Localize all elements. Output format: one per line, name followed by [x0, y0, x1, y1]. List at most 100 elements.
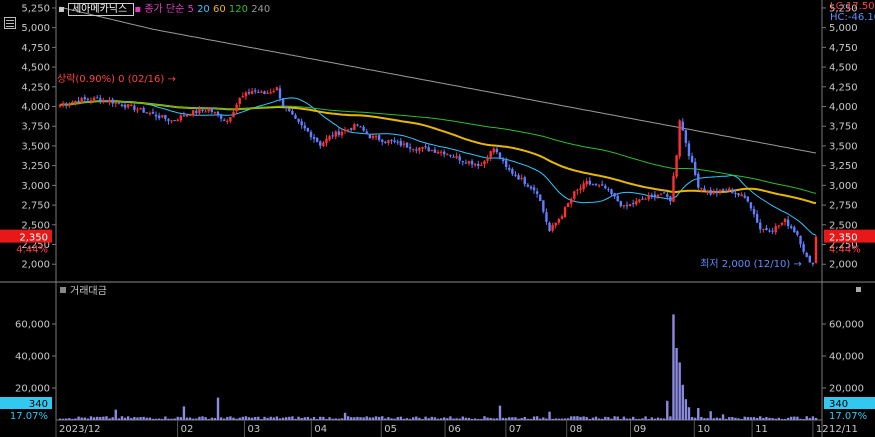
volume-bar [232, 417, 235, 420]
candle-body [126, 104, 130, 108]
candle-body [582, 183, 585, 190]
volume-bar [597, 418, 601, 420]
candle-body [666, 194, 669, 197]
candle-body [672, 175, 675, 202]
volume-bar [359, 417, 362, 420]
volume-bar [328, 417, 331, 420]
candle-body [508, 167, 511, 170]
volume-bar [700, 416, 703, 420]
candle-body [740, 194, 743, 197]
volume-bar [253, 416, 257, 420]
volume-title: 거래대금 [70, 285, 107, 297]
candle-body [771, 230, 774, 232]
volume-bar [786, 417, 790, 420]
stock-name-box[interactable]: 세아메카닉스 [67, 3, 135, 16]
volume-bar [238, 417, 241, 420]
price-tick-label-right: 2,000 [829, 260, 858, 271]
volume-bar [728, 417, 731, 420]
candle-body [480, 164, 483, 166]
candle-body [802, 244, 805, 252]
volume-bar [312, 416, 316, 420]
candle-body [594, 183, 598, 185]
price-tick-label-right: 3,750 [829, 122, 858, 133]
price-tick-label-left: 3,000 [21, 181, 50, 192]
volume-bar [198, 416, 201, 420]
candle-body [461, 161, 464, 163]
volume-bar [346, 416, 350, 420]
candle-body [102, 99, 105, 102]
menu-icon[interactable] [4, 17, 16, 29]
candle-body [427, 147, 430, 152]
candle-body [734, 193, 737, 195]
volume-bar [244, 416, 248, 420]
candle-body [551, 225, 554, 231]
price-tick-label-left: 5,000 [21, 23, 50, 34]
volume-bar [452, 418, 455, 420]
candle-body [790, 226, 793, 229]
candle-body [548, 222, 551, 231]
volume-bar [167, 418, 170, 420]
stock-chart[interactable]: 5,250 5,2505,000 5,0004,750 4,7504,500 4,500… [0, 0, 875, 437]
volume-bar [446, 418, 449, 420]
volume-bar [548, 411, 551, 420]
volume-bar [532, 416, 536, 420]
volume-bar [690, 417, 694, 420]
candle-body [545, 212, 548, 222]
candle-body [68, 103, 71, 105]
volume-bar [371, 417, 375, 420]
x-axis-label: 05 [384, 424, 397, 435]
candle-body [762, 228, 765, 230]
candle-body [436, 152, 440, 154]
candle-body [684, 130, 688, 144]
volume-bar [601, 418, 604, 420]
volume-bar [272, 417, 275, 420]
candle-body [755, 214, 759, 223]
volume-bar [607, 417, 610, 420]
volume-bar [148, 417, 152, 420]
candle-body [340, 132, 344, 136]
current-volume-left: 340 [29, 399, 48, 410]
candle-body [724, 190, 728, 192]
volume-bar [368, 417, 372, 420]
volume-bar [396, 417, 399, 420]
volume-bar [226, 416, 229, 420]
price-tick-label-right: 3,250 [829, 161, 858, 172]
candle-body [635, 201, 638, 205]
volume-bar [610, 418, 613, 420]
current-price-right: 2,350 [829, 233, 858, 244]
candle-body [185, 114, 189, 117]
volume-bar [712, 418, 715, 420]
volume-bar [179, 417, 183, 420]
candle-body [712, 191, 715, 194]
candle-body [808, 256, 812, 263]
candle-body [542, 200, 545, 212]
stock-name: 세아메카닉스 [71, 4, 128, 15]
volume-bar [170, 418, 173, 420]
volume-bar [473, 418, 477, 420]
candle-body [114, 102, 117, 104]
panel-menu-icon[interactable] [856, 287, 861, 292]
volume-bar [151, 418, 155, 420]
ma-240-label: 240 [251, 4, 271, 15]
candle-body [597, 185, 601, 187]
candle-body [799, 235, 802, 245]
volume-bar [436, 418, 440, 420]
volume-bar [294, 418, 297, 420]
volume-bar [545, 418, 548, 420]
volume-bar [495, 418, 499, 420]
x-axis-label: 03 [247, 424, 260, 435]
candle-body [393, 140, 396, 143]
volume-bar [223, 418, 226, 420]
candle-body [223, 119, 226, 121]
candle-body [690, 156, 694, 163]
volume-bar [284, 417, 288, 420]
low-annotation: 최저 2,000 (12/10) → [700, 258, 802, 270]
volume-bar [662, 418, 666, 420]
volume-bar [557, 418, 561, 420]
volume-bar [560, 418, 564, 420]
volume-bar [387, 417, 390, 420]
candle-body [526, 184, 530, 187]
candle-body [464, 162, 468, 164]
volume-bar [288, 416, 291, 420]
candle-body [284, 106, 288, 108]
